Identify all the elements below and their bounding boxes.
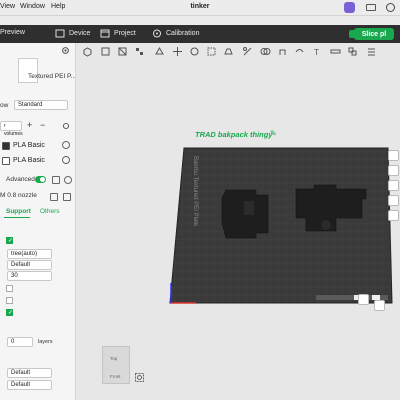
plate-type-label: Textured PEI P...	[28, 73, 76, 80]
delete-plate-icon[interactable]	[388, 150, 399, 161]
gear-icon[interactable]	[61, 46, 70, 55]
arrange-icon[interactable]	[134, 46, 145, 57]
seam-paint-icon[interactable]	[294, 46, 305, 57]
control-center-icon[interactable]	[386, 3, 395, 12]
advanced-label: Advanced	[6, 176, 35, 183]
support-type-select[interactable]: tree(auto)	[7, 249, 52, 259]
toolbar: Preview Device Project Calibration Slice…	[0, 25, 400, 43]
plate-extra-icon-2[interactable]	[374, 300, 385, 311]
filament-row-1[interactable]: PLA Basic	[2, 140, 68, 151]
filament-name-2: PLA Basic	[13, 157, 45, 164]
raft-layers-unit: layers	[38, 339, 53, 345]
enable-support-checkbox[interactable]	[6, 237, 13, 244]
left-sidebar: Textured PEI P... ow Standard r volumes …	[0, 43, 76, 400]
navcube-front-label: Front	[110, 374, 121, 379]
advanced-toggle[interactable]	[35, 176, 46, 183]
filament-swatch-2[interactable]	[2, 156, 10, 165]
tab-preview[interactable]: Preview	[0, 29, 25, 36]
filament-name-1: PLA Basic	[13, 142, 45, 149]
slice-plate-button[interactable]: Slice pl	[349, 28, 394, 40]
edit-plate-name-icon[interactable]: ✎	[270, 129, 277, 138]
tab-calibration-label: Calibration	[166, 30, 200, 37]
bed-label: Bambu Textured PEI Plate	[192, 156, 198, 227]
compare-icon[interactable]	[52, 176, 60, 184]
plate-name-title[interactable]: TRAD bakpack thingy	[195, 130, 273, 139]
filament-edit-icon-1[interactable]	[62, 141, 70, 149]
threshold-angle-input[interactable]: 30	[7, 271, 52, 281]
device-icon	[55, 29, 65, 38]
move-icon[interactable]	[172, 46, 183, 57]
on-build-plate-checkbox[interactable]	[6, 285, 13, 292]
arrange-plate-icon[interactable]	[388, 165, 399, 176]
add-icon[interactable]: +	[27, 120, 32, 130]
object-settings-icon[interactable]	[62, 122, 70, 130]
add-plate-icon[interactable]	[100, 46, 111, 57]
filament-swatch-1[interactable]	[2, 141, 10, 150]
mesh-boolean-icon[interactable]	[260, 46, 271, 57]
cut-icon[interactable]	[242, 46, 253, 57]
remove-icon[interactable]: −	[40, 120, 45, 130]
tab-others[interactable]: Others	[40, 208, 60, 215]
filament-edit-icon-2[interactable]	[62, 156, 70, 164]
lay-on-face-icon[interactable]	[223, 46, 234, 57]
navigation-cube[interactable]: Top Front	[102, 346, 130, 384]
variable-layer-icon[interactable]	[366, 46, 377, 57]
raft-layers-input[interactable]: 0	[7, 337, 33, 347]
app-title: tinker	[190, 3, 210, 10]
plate-extra-icon-1[interactable]	[358, 294, 369, 305]
plate-settings-icon[interactable]	[388, 210, 399, 221]
critical-regions-checkbox[interactable]	[6, 297, 13, 304]
text-shape-icon[interactable]: T	[312, 46, 323, 57]
scale-icon[interactable]	[206, 46, 217, 57]
objects-volumes-toggle[interactable]: r volumes	[0, 121, 23, 137]
orient-icon[interactable]	[117, 46, 128, 57]
tab-project[interactable]: Project	[100, 29, 136, 38]
build-plate[interactable]	[166, 143, 396, 313]
tab-device[interactable]: Device	[55, 29, 90, 38]
measure-icon[interactable]	[330, 46, 341, 57]
process-label: ow	[0, 102, 9, 109]
process-preset-select[interactable]: Standard	[14, 100, 68, 110]
edit-preset-icon[interactable]	[63, 193, 71, 201]
slice-plate-label: Slice pl	[361, 30, 387, 38]
title-strip	[0, 16, 400, 25]
rotate-icon[interactable]	[189, 46, 200, 57]
assembly-icon[interactable]	[347, 46, 358, 57]
3d-viewport[interactable]: T Bambu Textured PEI Plate Top Front	[76, 43, 400, 400]
svg-text:T: T	[314, 48, 319, 57]
save-preset-icon[interactable]	[50, 193, 58, 201]
tray-app-icon[interactable]	[344, 2, 355, 13]
filament-row-2[interactable]: PLA Basic	[2, 155, 68, 166]
orient-plate-icon[interactable]	[388, 180, 399, 191]
tab-device-label: Device	[69, 30, 91, 37]
lock-plate-icon[interactable]	[388, 195, 399, 206]
auto-orient-icon[interactable]	[154, 46, 165, 57]
tab-project-label: Project	[114, 30, 136, 37]
tab-calibration[interactable]: Calibration	[152, 29, 199, 38]
menu-bar: View Window Help tinker	[0, 0, 400, 16]
support-paint-icon[interactable]	[277, 46, 288, 57]
battery-icon[interactable]	[366, 4, 376, 11]
nozzle-label: M 0.8 nozzle	[0, 192, 37, 199]
remove-small-overhangs-checkbox[interactable]	[6, 309, 13, 316]
tab-support[interactable]: Support	[6, 208, 31, 215]
zoom-fit-icon[interactable]	[134, 372, 145, 383]
calibration-icon	[153, 29, 161, 38]
search-settings-icon[interactable]	[64, 176, 72, 184]
plate-side-toolbar	[388, 150, 400, 225]
support-style-select[interactable]: Default	[7, 260, 52, 270]
support-filament-select-2[interactable]: Default	[7, 380, 52, 390]
navcube-top-label: Top	[110, 356, 118, 361]
tab-preview-label: Preview	[0, 29, 25, 36]
support-tab-underline	[4, 217, 30, 218]
project-icon	[100, 29, 110, 38]
add-object-icon[interactable]	[82, 46, 93, 57]
support-filament-select-1[interactable]: Default	[7, 368, 52, 378]
